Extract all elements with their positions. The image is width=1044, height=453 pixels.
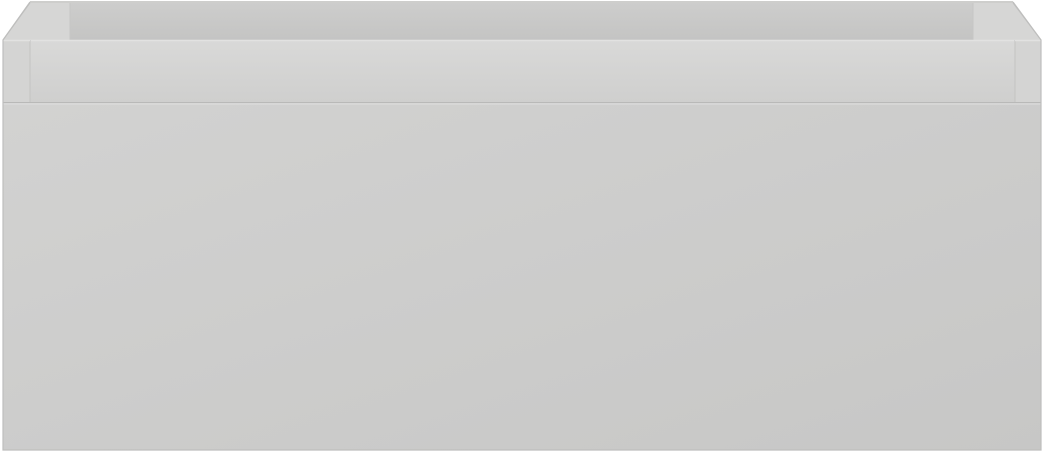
drawer-unit-illustration (2, 1, 1042, 451)
inner-right-side (973, 3, 1041, 40)
inner-left-side (3, 3, 70, 40)
drawer-unit-scene (0, 0, 1044, 453)
frame-right-strip (1015, 40, 1041, 102)
back-wall (30, 3, 1013, 40)
drawer-front (3, 102, 1041, 450)
frame-left-strip (3, 40, 30, 102)
inner-drawer-box (30, 40, 1015, 102)
